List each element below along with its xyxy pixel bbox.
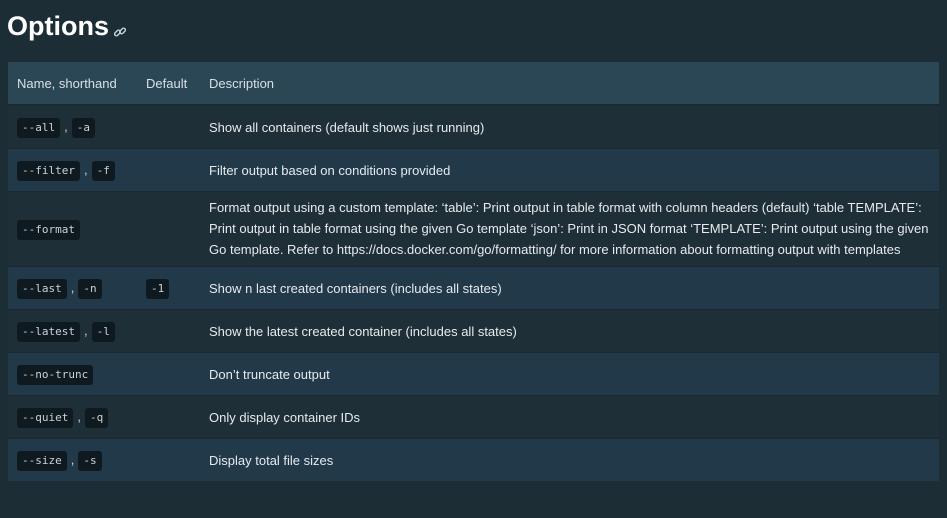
default-cell — [137, 309, 200, 353]
separator: , — [64, 119, 68, 134]
flag-name: --quiet — [17, 408, 74, 428]
table-row: --no-trunc Don’t truncate output — [8, 352, 939, 396]
name-cell: --quiet, -q — [8, 395, 137, 439]
default-cell — [137, 395, 200, 439]
table-row: --latest, -l Show the latest created cont… — [8, 309, 939, 353]
flag-name: --size — [17, 451, 67, 471]
name-cell: --last, -n — [8, 266, 137, 310]
separator: , — [83, 323, 88, 338]
flag-name: --no-trunc — [17, 365, 94, 385]
description-cell: Show all containers (default shows just … — [200, 104, 939, 149]
table-row: --last, -n -1 Show n last created contain… — [8, 266, 939, 310]
default-cell — [137, 148, 200, 192]
table-header-row: Name, shorthand Default Description — [8, 62, 939, 106]
separator: , — [83, 162, 88, 177]
name-cell: --all, -a — [8, 104, 137, 149]
table-row: --filter, -f Filter output based on condi… — [8, 148, 939, 192]
default-cell — [137, 191, 200, 267]
flag-shorthand: -a — [71, 118, 95, 138]
flag-name: --format — [17, 220, 80, 240]
default-cell — [137, 352, 200, 396]
header-name: Name, shorthand — [8, 62, 137, 106]
description-cell: Only display container IDs — [200, 395, 939, 439]
flag-shorthand: -n — [78, 279, 102, 299]
default-cell — [137, 438, 200, 481]
name-cell: --format — [8, 191, 137, 267]
flag-shorthand: -q — [84, 408, 109, 428]
default-value: -1 — [146, 279, 170, 299]
table-row: --size, -s Display total file sizes — [8, 438, 939, 481]
flag-shorthand: -s — [78, 451, 102, 471]
default-cell — [137, 104, 200, 149]
page-title: Options — [7, 11, 109, 41]
name-cell: --size, -s — [8, 438, 137, 481]
description-cell: Show n last created containers (includes… — [200, 266, 939, 310]
separator: , — [70, 280, 75, 295]
description-cell: Format output using a custom template: ‘… — [200, 191, 939, 267]
description-cell: Display total file sizes — [200, 438, 939, 481]
description-cell: Filter output based on conditions provid… — [200, 148, 939, 192]
table-row: --quiet, -q Only display container IDs — [8, 395, 939, 439]
name-cell: --filter, -f — [8, 148, 137, 192]
header-description: Description — [200, 62, 939, 106]
separator: , — [77, 409, 81, 424]
name-cell: --latest, -l — [8, 309, 137, 353]
description-cell: Show the latest created container (inclu… — [200, 309, 939, 353]
separator: , — [70, 452, 75, 467]
default-cell: -1 — [137, 266, 200, 310]
description-cell: Don’t truncate output — [200, 352, 939, 396]
name-cell: --no-trunc — [8, 352, 137, 396]
link-icon[interactable] — [113, 25, 127, 39]
flag-name: --all — [17, 118, 61, 138]
flag-name: --last — [17, 279, 67, 299]
table-row: --all, -a Show all containers (default sh… — [8, 104, 939, 149]
flag-name: --latest — [17, 322, 80, 342]
options-table: Name, shorthand Default Description --al… — [8, 62, 939, 481]
flag-shorthand: -f — [91, 161, 115, 181]
options-heading: Options — [7, 6, 127, 46]
flag-name: --filter — [17, 161, 80, 181]
header-default: Default — [137, 62, 200, 106]
flag-shorthand: -l — [91, 322, 115, 342]
table-row: --format Format output using a custom te… — [8, 191, 939, 267]
